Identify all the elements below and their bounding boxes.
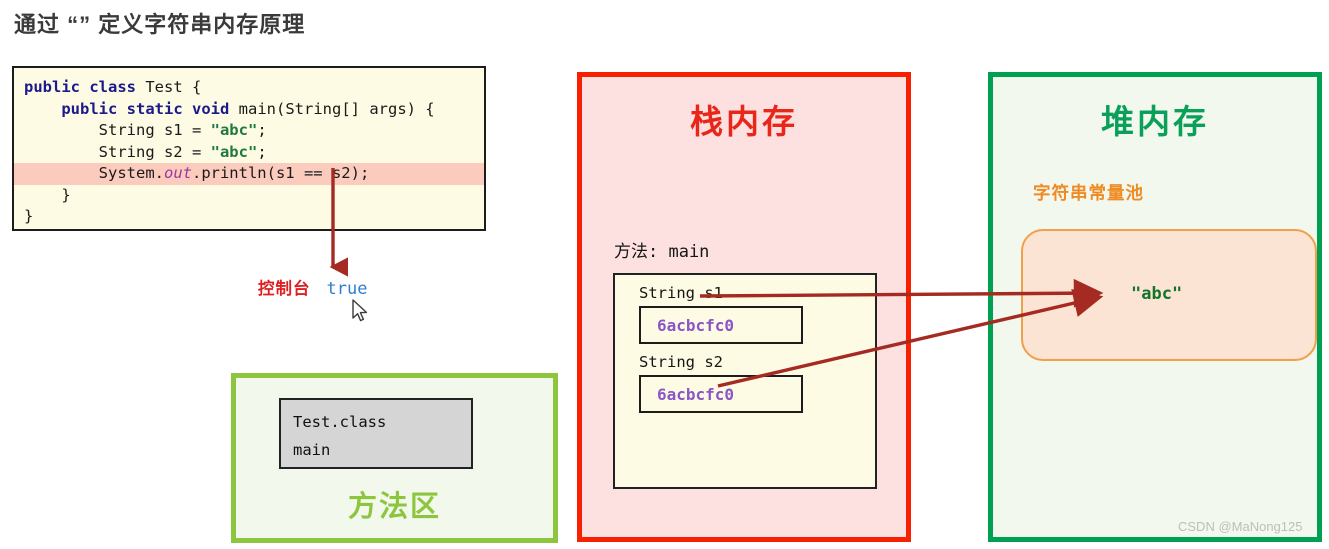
method-area-title: 方法区 xyxy=(347,491,441,523)
mouse-cursor-icon xyxy=(352,299,368,322)
stack-variable-value-box: 6acbcfc0 xyxy=(639,375,803,413)
method-area-box: Test.class main 方法区 xyxy=(231,373,558,543)
string-constant-pool-label: 字符串常量池 xyxy=(1033,183,1144,203)
code-line: String s2 = "abc"; xyxy=(24,142,267,161)
code-to-console-arrow-icon xyxy=(329,168,348,278)
console-label: 控制台 xyxy=(258,280,311,298)
stack-variable-address: 6acbcfc0 xyxy=(657,315,735,335)
watermark: CSDN @MaNong125 xyxy=(1178,519,1303,534)
method-area-class-box: Test.class main xyxy=(279,398,473,469)
code-line: } xyxy=(24,207,34,225)
string-constant-pool-value: "abc" xyxy=(1131,284,1183,304)
page-title: 通过 “” 定义字符串内存原理 xyxy=(14,12,306,37)
code-line: String s1 = "abc"; xyxy=(24,121,267,139)
heap-memory-box: 堆内存 字符串常量池 "abc" xyxy=(988,72,1322,542)
stack-method-label: 方法: main xyxy=(614,242,710,262)
code-line-highlighted: System.out.println(s1 == s2); xyxy=(14,163,484,185)
code-line: } xyxy=(24,185,71,204)
stack-memory-title: 栈内存 xyxy=(690,103,798,140)
stack-memory-box: 栈内存 方法: main String s1 6acbcfc0 String s… xyxy=(577,72,911,542)
code-line: public class Test { xyxy=(24,78,202,96)
code-editor-block: public class Test { public static void m… xyxy=(12,66,486,231)
stack-variable-address: 6acbcfc0 xyxy=(657,384,735,404)
string-constant-pool-box: "abc" xyxy=(1021,229,1317,361)
stack-frame-box: String s1 6acbcfc0 String s2 6acbcfc0 xyxy=(613,273,877,489)
heap-memory-title: 堆内存 xyxy=(1101,103,1209,140)
method-area-class-name: Test.class xyxy=(293,413,387,431)
console-output-value: true xyxy=(326,279,368,299)
stack-variable-name: String s1 xyxy=(639,284,723,302)
stack-variable-value-box: 6acbcfc0 xyxy=(639,306,803,344)
stack-variable-name: String s2 xyxy=(639,353,723,371)
console-output-row: 控制台 true xyxy=(258,275,367,299)
method-area-method-name: main xyxy=(293,441,331,459)
code-line: public static void main(String[] args) { xyxy=(61,99,435,118)
